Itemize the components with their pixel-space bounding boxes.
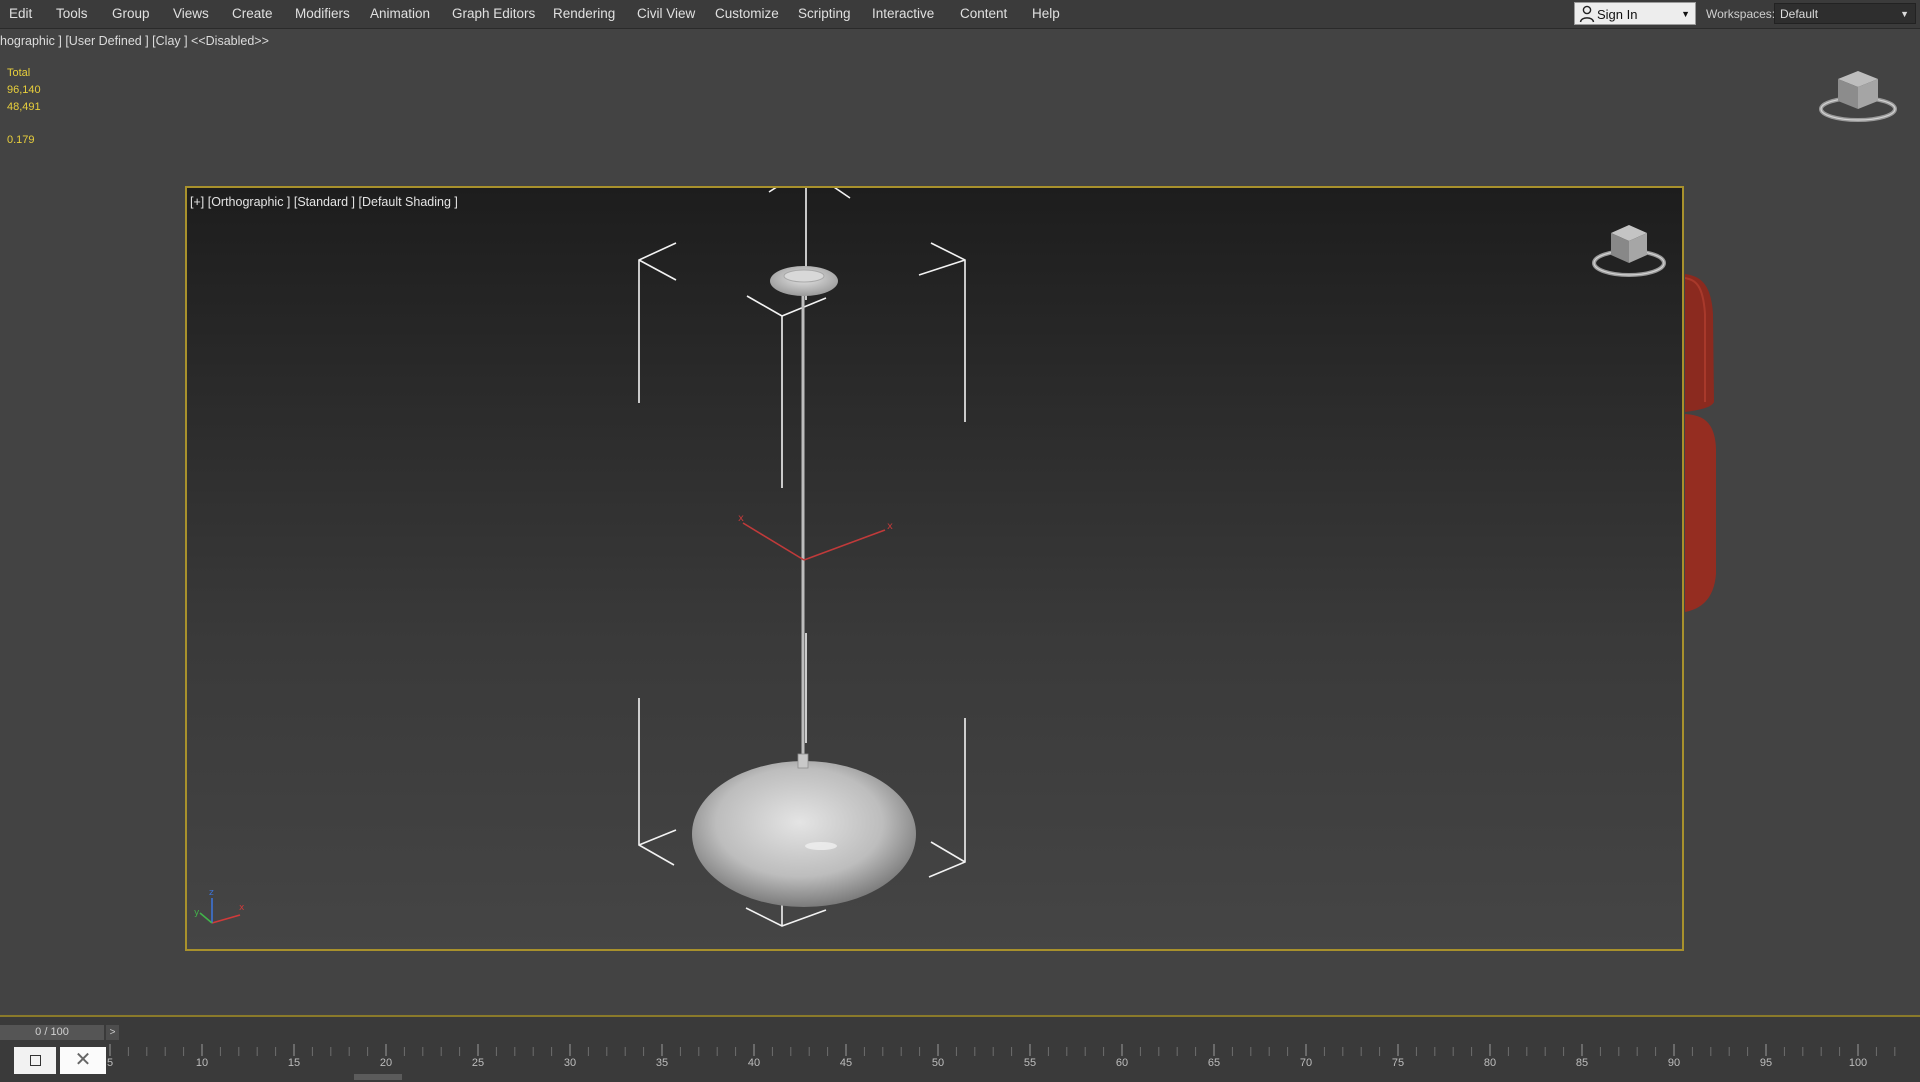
menu-views[interactable]: Views: [173, 0, 209, 28]
stats-verts: 48,491: [7, 101, 41, 113]
timeline-ticks: [109, 1044, 1896, 1056]
svg-text:z: z: [209, 888, 214, 898]
menu-customize[interactable]: Customize: [715, 0, 779, 28]
pivot-gizmo: x x: [738, 513, 893, 561]
menu-tools[interactable]: Tools: [56, 0, 88, 28]
tick-label: 45: [839, 1057, 853, 1069]
tick-label: 50: [931, 1057, 945, 1069]
frame-slider[interactable]: 0 / 100: [0, 1025, 104, 1040]
menu-rendering[interactable]: Rendering: [553, 0, 615, 28]
menu-create[interactable]: Create: [232, 0, 273, 28]
menu-content[interactable]: Content: [960, 0, 1007, 28]
menu-edit[interactable]: Edit: [9, 0, 32, 28]
close-button[interactable]: ✕: [60, 1047, 106, 1074]
tick-label: 10: [195, 1057, 209, 1069]
workspaces-label: Workspaces:: [1706, 7, 1776, 21]
tick-label: 40: [747, 1057, 761, 1069]
tick-label: 95: [1759, 1057, 1773, 1069]
view-cube-icon[interactable]: [1818, 65, 1898, 127]
menu-civil-view[interactable]: Civil View: [637, 0, 695, 28]
axis-tripod-icon: x z y: [194, 888, 245, 924]
pendant-lamp-object: [692, 266, 916, 907]
tick-label: 70: [1299, 1057, 1313, 1069]
svg-text:y: y: [194, 908, 200, 918]
tick-label: 15: [287, 1057, 301, 1069]
scene-canvas[interactable]: x x x z y: [187, 188, 1682, 949]
tick-label: 25: [471, 1057, 485, 1069]
menu-modifiers[interactable]: Modifiers: [295, 0, 350, 28]
svg-text:x: x: [239, 903, 245, 913]
svg-text:x: x: [738, 513, 744, 524]
stats-fps: 0.179: [7, 134, 35, 146]
orthographic-viewport[interactable]: [+] [Orthographic ] [Standard ] [Default…: [185, 186, 1684, 951]
sofa-object[interactable]: [1685, 274, 1720, 614]
tick-label: 55: [1023, 1057, 1037, 1069]
perspective-viewport[interactable]: hographic ] [User Defined ] [Clay ] <<Di…: [0, 29, 1920, 1014]
menu-graph-editors[interactable]: Graph Editors: [452, 0, 535, 28]
menu-bar: Edit Tools Group Views Create Modifiers …: [0, 0, 1920, 29]
tick-label: 35: [655, 1057, 669, 1069]
stats-title: Total: [7, 67, 31, 79]
view-cube-icon[interactable]: [1589, 221, 1669, 283]
workspaces-dropdown[interactable]: Default ▼: [1774, 3, 1916, 24]
menu-scripting[interactable]: Scripting: [798, 0, 851, 28]
sign-in-button[interactable]: Sign In ▼: [1574, 2, 1696, 25]
timeline-scrollbar[interactable]: [354, 1074, 402, 1080]
tick-label: 20: [379, 1057, 393, 1069]
tick-label: 90: [1667, 1057, 1681, 1069]
tick-label: 85: [1575, 1057, 1589, 1069]
sign-in-label: Sign In: [1597, 7, 1638, 22]
tick-label: 60: [1115, 1057, 1129, 1069]
chevron-down-icon: ▼: [1900, 9, 1909, 19]
key-mode-button[interactable]: [14, 1047, 56, 1074]
tick-label: 75: [1391, 1057, 1405, 1069]
viewport-label[interactable]: hographic ] [User Defined ] [Clay ] <<Di…: [0, 34, 269, 48]
menu-help[interactable]: Help: [1032, 0, 1060, 28]
tick-label: 80: [1483, 1057, 1497, 1069]
menu-interactive[interactable]: Interactive: [872, 0, 934, 28]
tick-label: 100: [1848, 1057, 1868, 1069]
svg-text:x: x: [887, 521, 893, 532]
menu-animation[interactable]: Animation: [370, 0, 430, 28]
square-icon: [30, 1055, 41, 1066]
next-frame-button[interactable]: >: [106, 1025, 119, 1040]
user-icon: [1579, 5, 1595, 23]
tick-label: 30: [563, 1057, 577, 1069]
menu-group[interactable]: Group: [112, 0, 150, 28]
time-slider-bar: 0 / 100 > ✕ 5 10 15 20 25 30 35 40 45 50…: [0, 1015, 1920, 1082]
workspaces-value: Default: [1780, 7, 1819, 21]
tick-label: 65: [1207, 1057, 1221, 1069]
chevron-down-icon: ▼: [1681, 9, 1690, 19]
tick-label: 5: [106, 1057, 114, 1069]
stats-polys: 96,140: [7, 84, 41, 96]
